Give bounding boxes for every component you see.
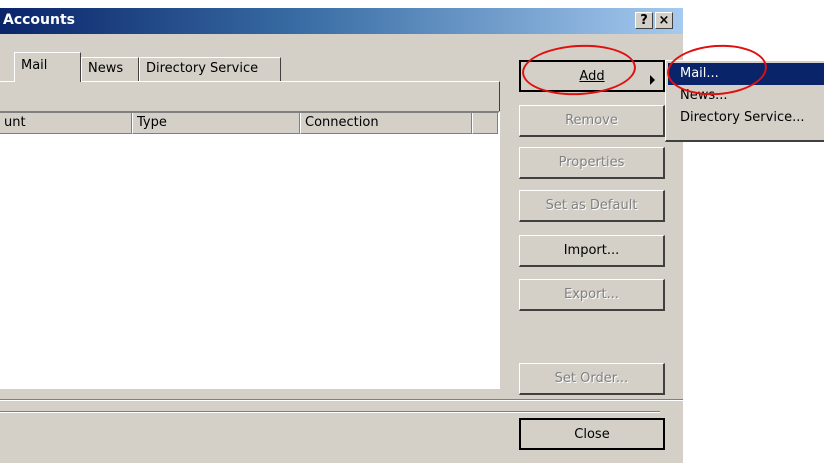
divider	[0, 399, 683, 401]
tab-directory-service-label: Directory Service	[146, 61, 259, 76]
properties-button[interactable]: Properties	[519, 147, 665, 179]
accounts-dialog: Accounts ? × Mail News Directory Service…	[0, 8, 683, 463]
column-header-account[interactable]: unt	[0, 113, 132, 134]
remove-button[interactable]: Remove	[519, 105, 665, 137]
add-submenu: Mail... News... Directory Service...	[665, 60, 824, 142]
menu-item-mail[interactable]: Mail...	[668, 63, 824, 85]
divider	[0, 411, 660, 413]
tab-news[interactable]: News	[81, 57, 139, 81]
title-bar[interactable]: Accounts ? ×	[0, 8, 683, 34]
tab-mail[interactable]: Mail	[14, 52, 81, 82]
column-header-connection[interactable]: Connection	[300, 113, 472, 134]
close-button[interactable]: Close	[519, 418, 665, 450]
tab-directory-service[interactable]: Directory Service	[139, 57, 281, 81]
window-title: Accounts	[3, 12, 76, 28]
add-button-label: Add	[579, 69, 605, 84]
menu-item-news[interactable]: News...	[668, 85, 824, 107]
tab-news-label: News	[88, 61, 124, 76]
accounts-list[interactable]: unt Type Connection	[0, 111, 500, 389]
column-header-type[interactable]: Type	[132, 113, 300, 134]
close-window-button[interactable]: ×	[655, 12, 673, 29]
tab-mail-label: Mail	[21, 58, 48, 73]
column-header-extra[interactable]	[472, 113, 498, 134]
menu-item-directory-service[interactable]: Directory Service...	[668, 107, 824, 129]
help-button[interactable]: ?	[635, 12, 653, 29]
set-as-default-button[interactable]: Set as Default	[519, 190, 665, 222]
import-button[interactable]: Import...	[519, 235, 665, 267]
set-order-button[interactable]: Set Order...	[519, 363, 665, 395]
export-button[interactable]: Export...	[519, 279, 665, 311]
add-button[interactable]: Add	[519, 60, 665, 92]
submenu-arrow-icon	[650, 75, 655, 85]
